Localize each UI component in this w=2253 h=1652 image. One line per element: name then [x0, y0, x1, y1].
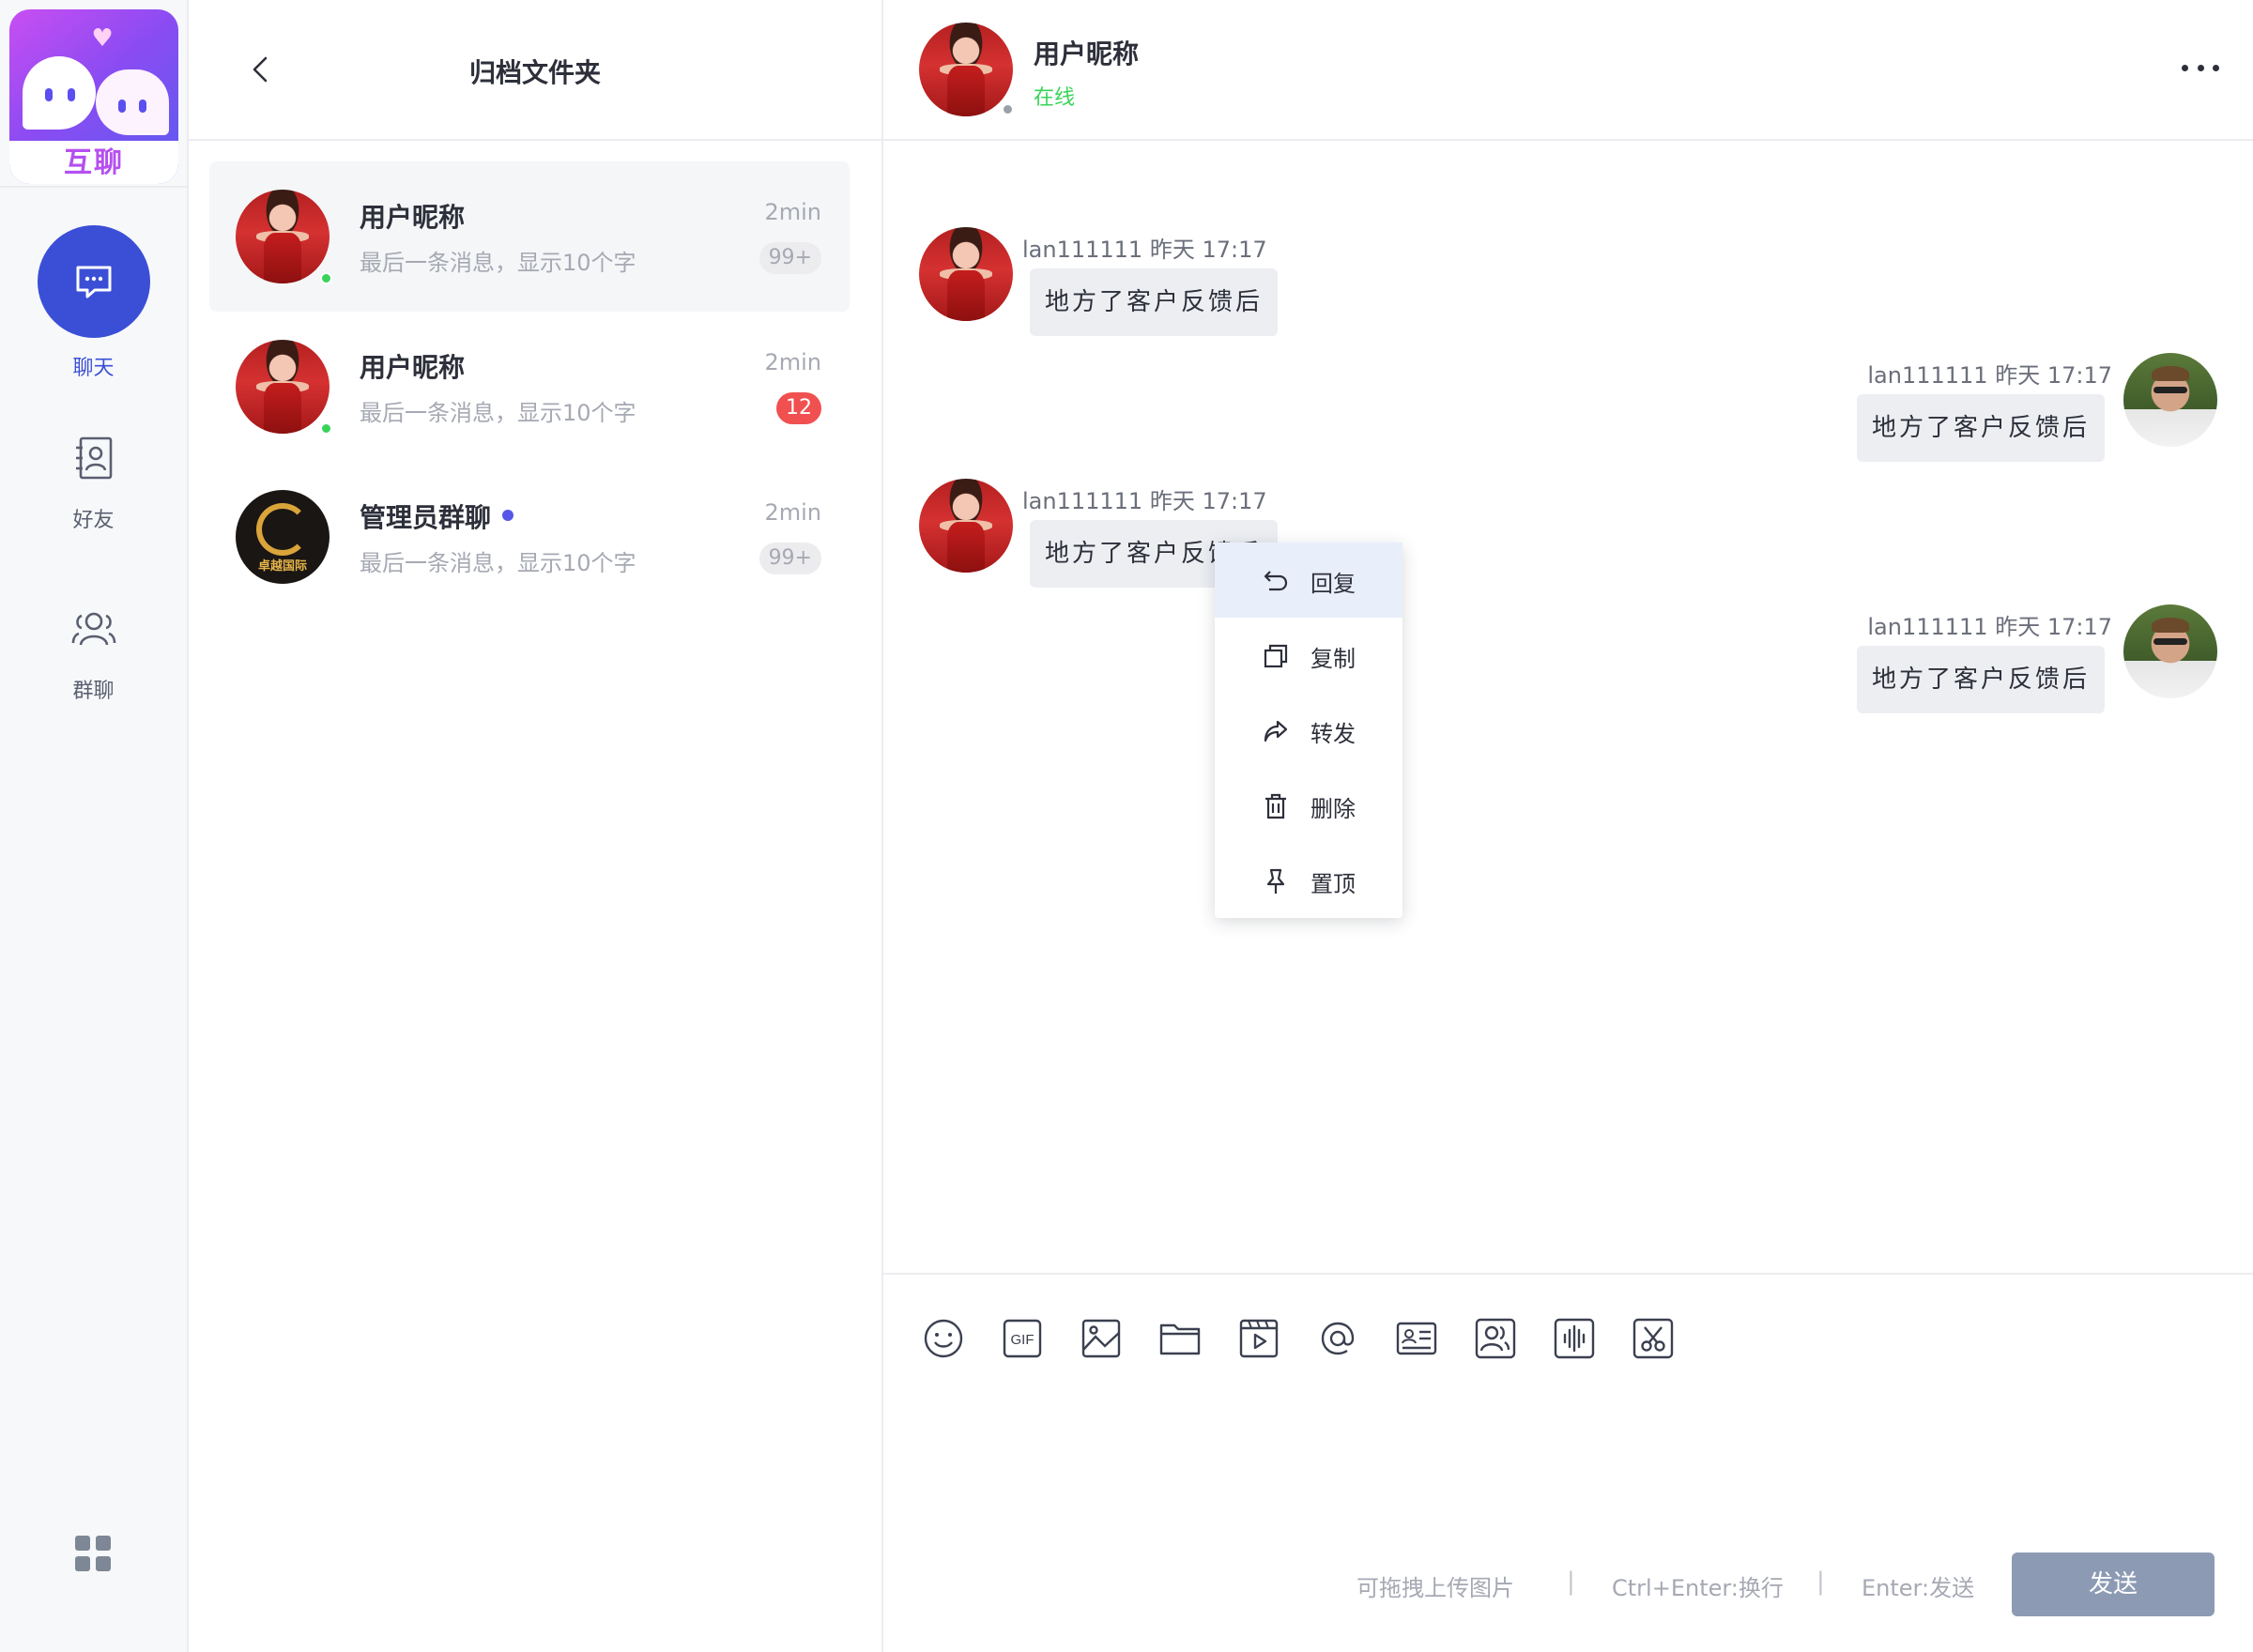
- menu-item-label: 删除: [1310, 796, 1356, 822]
- apps-grid-icon[interactable]: [73, 1534, 113, 1573]
- conversation-name: 用户昵称: [360, 352, 466, 383]
- chat-header: 用户昵称 在线: [883, 0, 2253, 141]
- forward-icon: [1264, 720, 1288, 742]
- conversation-preview: 最后一条消息，显示10个字: [360, 250, 636, 276]
- conversation-name: 用户昵称: [360, 202, 466, 233]
- avatar[interactable]: [919, 23, 1013, 116]
- nav-groups-label: 群聊: [72, 680, 115, 703]
- unread-badge: 12: [776, 392, 821, 424]
- avatar[interactable]: [919, 227, 1013, 321]
- hint-send: Enter:发送: [1862, 1575, 1975, 1601]
- group-avatar: 卓越国际: [236, 490, 330, 584]
- message-outgoing: lan111111 昨天 17:17 地方了客户反馈后: [883, 353, 2253, 466]
- menu-item-label: 置顶: [1310, 871, 1356, 897]
- page-title: 归档文件夹: [468, 57, 601, 88]
- trash-icon: [1265, 793, 1286, 819]
- menu-item-label: 回复: [1310, 571, 1356, 597]
- menu-item-copy[interactable]: 复制: [1215, 618, 1402, 693]
- avatar[interactable]: [2123, 604, 2217, 698]
- online-indicator: [320, 422, 332, 435]
- status-indicator: [1002, 103, 1014, 115]
- hint-separator: |: [1567, 1568, 1575, 1596]
- contact-card-icon[interactable]: [1394, 1316, 1439, 1361]
- avatar: [236, 340, 330, 434]
- more-options-icon[interactable]: [2182, 58, 2219, 77]
- conversation-item[interactable]: 用户昵称 最后一条消息，显示10个字 2min 99+: [209, 161, 850, 312]
- chat-contact-name: 用户昵称: [1034, 38, 1140, 69]
- hint-drag-upload: 可拖拽上传图片: [1356, 1575, 1514, 1601]
- mention-icon[interactable]: [1315, 1316, 1360, 1361]
- nav-rail: ♥ 互聊 聊天 好友 群聊: [0, 0, 189, 1652]
- conversation-time: 2min: [764, 199, 821, 225]
- group-users-icon: [71, 612, 115, 646]
- message-meta: lan111111 昨天 17:17: [1867, 362, 2112, 389]
- chat-bubble-icon: [76, 266, 111, 298]
- group-indicator-dot: [502, 510, 514, 521]
- unread-badge: 99+: [759, 242, 821, 274]
- conversation-time: 2min: [764, 349, 821, 375]
- message-meta: lan111111 昨天 17:17: [1022, 488, 1267, 514]
- message-outgoing: lan111111 昨天 17:17 地方了客户反馈后: [883, 604, 2253, 717]
- message-bubble[interactable]: 地方了客户反馈后: [1856, 646, 2105, 713]
- nav-friends[interactable]: 好友: [0, 430, 187, 533]
- conversation-preview: 最后一条消息，显示10个字: [360, 400, 636, 426]
- nav-friends-label: 好友: [72, 509, 115, 532]
- conversation-list-panel: 归档文件夹 用户昵称 最后一条消息，显示10个字 2min 99+ 用户昵称 最…: [189, 0, 883, 1652]
- group-avatar-text: 卓越国际: [257, 559, 307, 574]
- nav-chat[interactable]: 聊天: [0, 225, 187, 381]
- online-indicator: [320, 272, 332, 284]
- chat-panel: 用户昵称 在线 lan111111 昨天 17:17 地方了客户反馈后 lan1…: [883, 0, 2253, 1652]
- conversation-item[interactable]: 卓越国际 管理员群聊 最后一条消息，显示10个字 2min 99+: [209, 462, 850, 612]
- copy-icon: [1264, 644, 1288, 668]
- message-bubble[interactable]: 地方了客户反馈后: [1856, 394, 2105, 462]
- app-logo-text: 互聊: [64, 146, 124, 179]
- conversation-preview: 最后一条消息，显示10个字: [360, 550, 636, 576]
- friends-icon[interactable]: [1473, 1316, 1518, 1361]
- heart-icon: ♥: [91, 24, 114, 53]
- video-icon[interactable]: [1236, 1316, 1281, 1361]
- avatar[interactable]: [919, 479, 1013, 573]
- menu-item-label: 转发: [1310, 721, 1356, 747]
- avatar[interactable]: [2123, 353, 2217, 447]
- image-icon[interactable]: [1079, 1316, 1124, 1361]
- reply-icon: [1264, 571, 1288, 591]
- app-logo: ♥ 互聊: [9, 9, 178, 184]
- avatar: [236, 190, 330, 283]
- list-header: 归档文件夹: [189, 0, 881, 141]
- app-window: ♥ 互聊 聊天 好友 群聊 归档文件夹 用户昵称 最后一条消息，显示10个字 2…: [0, 0, 2253, 1652]
- voice-icon[interactable]: [1552, 1316, 1597, 1361]
- folder-icon[interactable]: [1157, 1316, 1203, 1361]
- message-context-menu: 回复 复制 转发 删除 置顶: [1215, 543, 1402, 918]
- chat-contact-status: 在线: [1034, 86, 1076, 110]
- send-button[interactable]: 发送: [2012, 1553, 2215, 1616]
- gif-icon[interactable]: GIF: [1000, 1316, 1045, 1361]
- message-incoming: lan111111 昨天 17:17 地方了客户反馈后: [883, 227, 2253, 340]
- hint-separator: |: [1816, 1568, 1825, 1596]
- svg-text:GIF: GIF: [1011, 1332, 1035, 1348]
- nav-chat-button[interactable]: [37, 225, 150, 338]
- conversation-item[interactable]: 用户昵称 最后一条消息，显示10个字 2min 12: [209, 312, 850, 462]
- message-meta: lan111111 昨天 17:17: [1867, 614, 2112, 640]
- menu-item-reply[interactable]: 回复: [1215, 543, 1402, 618]
- menu-item-pin[interactable]: 置顶: [1215, 843, 1402, 918]
- conversation-name: 管理员群聊: [360, 497, 514, 535]
- unread-badge: 99+: [759, 543, 821, 574]
- menu-item-forward[interactable]: 转发: [1215, 693, 1402, 768]
- menu-item-label: 复制: [1310, 646, 1356, 672]
- screenshot-icon[interactable]: [1631, 1316, 1676, 1361]
- divider: [0, 186, 187, 188]
- pin-icon: [1266, 868, 1285, 894]
- emoji-icon[interactable]: [921, 1316, 966, 1361]
- message-meta: lan111111 昨天 17:17: [1022, 237, 1267, 263]
- nav-groups[interactable]: 群聊: [0, 601, 187, 704]
- message-composer[interactable]: GIF 可拖拽上传图片 | Ctrl+Enter:换行 | Enter:发送 发…: [883, 1273, 2253, 1652]
- message-bubble[interactable]: 地方了客户反馈后: [1030, 268, 1279, 336]
- menu-item-delete[interactable]: 删除: [1215, 768, 1402, 843]
- conversation-time: 2min: [764, 499, 821, 526]
- contacts-book-icon: [75, 436, 112, 480]
- message-incoming: lan111111 昨天 17:17 地方了客户反馈后: [883, 479, 2253, 591]
- nav-chat-label: 聊天: [72, 357, 115, 380]
- hint-newline: Ctrl+Enter:换行: [1612, 1575, 1784, 1601]
